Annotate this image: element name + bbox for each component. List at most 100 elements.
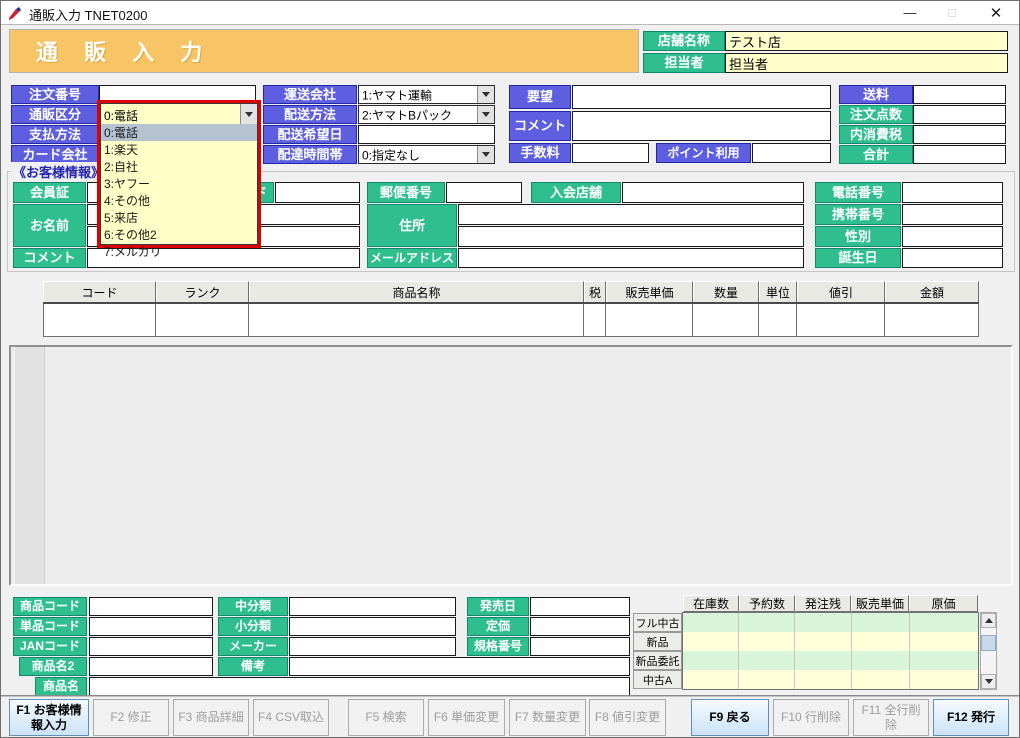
row-header-strip <box>15 347 45 584</box>
chevron-down-icon[interactable] <box>240 104 257 125</box>
dropdown-option[interactable]: 1:楽天 <box>101 141 257 158</box>
stock-row-full-used: フル中古 <box>633 613 682 632</box>
phone-field[interactable] <box>902 182 1003 203</box>
product-code-label: 商品コード <box>13 597 87 616</box>
scrollbar-thumb[interactable] <box>981 635 996 651</box>
stock-cell <box>795 632 851 651</box>
staff-field[interactable]: 担当者 <box>725 53 1008 73</box>
fkey-f1-button[interactable]: F1 お客様情報入力 <box>9 699 89 736</box>
postal-code-field[interactable] <box>446 182 522 203</box>
maker-field <box>289 637 456 656</box>
stock-scrollbar[interactable] <box>980 612 997 690</box>
app-icon <box>7 5 23 21</box>
item-cell[interactable] <box>43 304 156 337</box>
delivery-date-field[interactable] <box>358 125 495 144</box>
chevron-down-icon[interactable] <box>477 106 494 123</box>
mid-class-field <box>289 597 456 616</box>
birthday-field[interactable] <box>902 248 1003 268</box>
stock-cell <box>795 613 851 632</box>
fkey-f12-button[interactable]: F12 発行 <box>933 699 1009 736</box>
mobile-field[interactable] <box>902 204 1003 225</box>
item-cell[interactable] <box>797 304 885 337</box>
item-cell[interactable] <box>584 304 606 337</box>
fkey-f6-button: F6 単価変更 <box>428 699 505 736</box>
item-cell[interactable] <box>693 304 759 337</box>
shipping-fee-field[interactable] <box>913 85 1006 104</box>
category-label: 通販区分 <box>11 105 99 124</box>
category-combobox[interactable]: 0:電話 <box>100 103 258 126</box>
payment-label: 支払方法 <box>11 125 99 144</box>
stock-grid <box>682 612 979 690</box>
fkey-f2-button: F2 修正 <box>93 699 169 736</box>
minimize-button[interactable]: — <box>893 1 927 24</box>
release-date-label: 発売日 <box>467 597 529 616</box>
item-cell[interactable] <box>759 304 797 337</box>
mid-class-label: 中分類 <box>218 597 288 616</box>
screen-banner: 通 販 入 力 <box>9 29 639 73</box>
item-cell[interactable] <box>156 304 249 337</box>
carrier-label: 運送会社 <box>263 85 357 104</box>
address-field-2[interactable] <box>458 226 804 247</box>
stock-row-used-a: 中古A <box>633 670 682 689</box>
note-field <box>289 657 630 676</box>
dropdown-option[interactable]: 6:その他2 <box>101 226 257 243</box>
shipping-fee-label: 送料 <box>839 85 913 104</box>
stock-header-stock: 在庫数 <box>683 595 739 612</box>
stock-cell <box>683 613 739 632</box>
address-field-1[interactable] <box>458 204 804 225</box>
stock-header-backorder: 発注残 <box>795 595 851 612</box>
stock-cell <box>739 632 795 651</box>
standard-no-field <box>530 637 630 656</box>
stock-cell <box>852 651 910 670</box>
dropdown-option[interactable]: 2:自社 <box>101 158 257 175</box>
category-value: 0:電話 <box>104 107 138 124</box>
request-field[interactable] <box>572 85 831 109</box>
col-header-discount: 値引 <box>797 281 885 303</box>
item-cell[interactable] <box>249 304 584 337</box>
delivery-time-combobox[interactable]: 0:指定なし <box>358 145 495 164</box>
category-option-list: 0:電話 1:楽天 2:自社 3:ヤフー 4:その他 5:来店 6:その他2 7… <box>100 124 258 245</box>
jan-code-field <box>89 637 213 656</box>
scroll-down-icon[interactable] <box>981 674 996 689</box>
customer-name-label: お名前 <box>13 204 86 247</box>
dropdown-option[interactable]: 7:メルカリ <box>101 243 257 260</box>
item-cell[interactable] <box>885 304 979 337</box>
member-code-field[interactable] <box>275 182 360 203</box>
maximize-button: □ <box>935 1 969 24</box>
chevron-down-icon[interactable] <box>477 146 494 163</box>
comment-field[interactable] <box>572 111 831 141</box>
points-field[interactable] <box>752 143 831 163</box>
customer-comment-label: コメント <box>13 248 86 268</box>
chevron-down-icon[interactable] <box>477 86 494 103</box>
order-items-panel <box>9 345 1013 586</box>
scroll-up-icon[interactable] <box>981 613 996 628</box>
app-window: 通販入力 TNET0200 — □ ✕ 通 販 入 力 店舗名称 テスト店 担当… <box>0 0 1020 738</box>
col-header-unit-price: 販売単価 <box>606 281 693 303</box>
store-name-field[interactable]: テスト店 <box>725 31 1008 51</box>
carrier-combobox[interactable]: 1:ヤマト運輸 <box>358 85 495 104</box>
delivery-method-combobox[interactable]: 2:ヤマトBパック <box>358 105 495 124</box>
gender-field[interactable] <box>902 226 1003 247</box>
dropdown-option[interactable]: 3:ヤフー <box>101 175 257 192</box>
carrier-value: 1:ヤマト運輸 <box>362 86 432 103</box>
stock-row-new-consign: 新品委託 <box>633 651 682 670</box>
store-name-label: 店舗名称 <box>643 31 725 51</box>
close-button[interactable]: ✕ <box>979 1 1013 24</box>
fkey-f9-button[interactable]: F9 戻る <box>691 699 769 736</box>
stock-grid-row <box>683 632 978 651</box>
small-class-field <box>289 617 456 636</box>
window-title: 通販入力 TNET0200 <box>29 5 147 24</box>
dropdown-option[interactable]: 0:電話 <box>101 124 257 141</box>
dropdown-option[interactable]: 4:その他 <box>101 192 257 209</box>
item-count-field <box>913 105 1006 124</box>
birthday-label: 誕生日 <box>815 248 901 268</box>
address-label: 住所 <box>367 204 457 247</box>
category-dropdown[interactable]: 0:電話 0:電話 1:楽天 2:自社 3:ヤフー 4:その他 5:来店 6:そ… <box>97 100 261 248</box>
phone-label: 電話番号 <box>815 182 901 203</box>
fee-field[interactable] <box>572 143 649 163</box>
join-store-field[interactable] <box>622 182 804 203</box>
item-cell[interactable] <box>606 304 693 337</box>
email-field[interactable] <box>458 248 804 268</box>
dropdown-option[interactable]: 5:来店 <box>101 209 257 226</box>
stock-cell <box>852 670 910 689</box>
